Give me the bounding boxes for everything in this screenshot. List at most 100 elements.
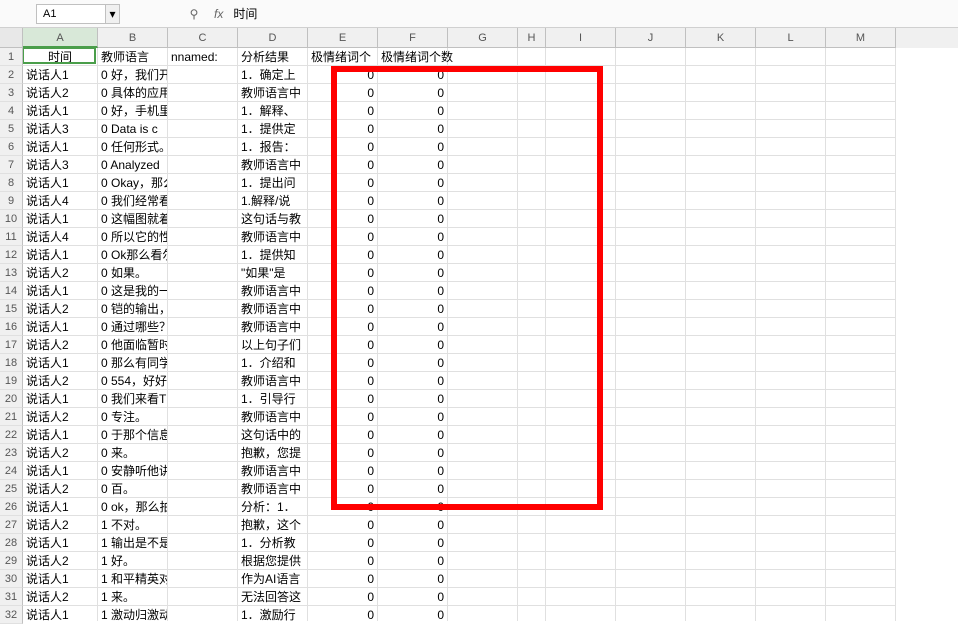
cell[interactable]	[616, 174, 686, 192]
cell[interactable]: 0	[308, 534, 378, 552]
cell[interactable]	[168, 588, 238, 606]
cell[interactable]: 说话人1	[23, 66, 98, 84]
cell[interactable]	[826, 156, 896, 174]
cell[interactable]	[826, 372, 896, 390]
cell[interactable]	[686, 174, 756, 192]
cell[interactable]	[686, 138, 756, 156]
cell[interactable]: 1．报告：	[238, 138, 308, 156]
cell[interactable]	[546, 156, 616, 174]
cell[interactable]	[448, 138, 518, 156]
cell[interactable]	[518, 156, 546, 174]
col-header-L[interactable]: L	[756, 28, 826, 48]
cell[interactable]	[168, 318, 238, 336]
cell[interactable]	[546, 318, 616, 336]
cell[interactable]: 说话人2	[23, 336, 98, 354]
cell[interactable]	[518, 336, 546, 354]
header-cell[interactable]: 极情绪词个	[308, 48, 378, 66]
cell[interactable]	[546, 372, 616, 390]
cell[interactable]: 0 通过哪些？	[98, 318, 168, 336]
row-header[interactable]: 9	[0, 192, 23, 210]
cell[interactable]: 0	[378, 408, 448, 426]
cell[interactable]: 0	[308, 426, 378, 444]
cell[interactable]	[826, 210, 896, 228]
cell[interactable]	[616, 336, 686, 354]
cell[interactable]	[546, 66, 616, 84]
col-header-J[interactable]: J	[616, 28, 686, 48]
cell[interactable]	[546, 516, 616, 534]
cell[interactable]	[448, 336, 518, 354]
cell[interactable]	[686, 282, 756, 300]
cell[interactable]	[826, 516, 896, 534]
cell[interactable]: 0	[308, 282, 378, 300]
cell[interactable]: 1．分析教	[238, 534, 308, 552]
cell[interactable]: 0	[308, 120, 378, 138]
cell[interactable]	[826, 444, 896, 462]
cell[interactable]	[168, 84, 238, 102]
row-header[interactable]: 12	[0, 246, 23, 264]
cell[interactable]	[686, 516, 756, 534]
cell[interactable]	[518, 228, 546, 246]
cell[interactable]: 说话人4	[23, 228, 98, 246]
cell[interactable]: 说话人2	[23, 444, 98, 462]
cell[interactable]	[616, 246, 686, 264]
cell[interactable]	[546, 336, 616, 354]
cell[interactable]	[616, 534, 686, 552]
cell[interactable]	[168, 228, 238, 246]
cell[interactable]	[448, 84, 518, 102]
cell[interactable]	[756, 498, 826, 516]
cell[interactable]: 1．激励行	[238, 606, 308, 621]
cell[interactable]	[616, 552, 686, 570]
cell[interactable]	[826, 336, 896, 354]
cell[interactable]: 0	[378, 66, 448, 84]
name-box[interactable]: A1	[36, 4, 106, 24]
cell[interactable]: 0 554，好好	[98, 372, 168, 390]
cell[interactable]	[448, 372, 518, 390]
cell[interactable]	[168, 102, 238, 120]
cell[interactable]	[616, 462, 686, 480]
cell[interactable]	[546, 444, 616, 462]
cell[interactable]	[448, 516, 518, 534]
cell[interactable]	[616, 102, 686, 120]
cell[interactable]	[518, 282, 546, 300]
cell[interactable]: 0	[378, 588, 448, 606]
cell[interactable]: 说话人1	[23, 282, 98, 300]
cell[interactable]: 1．引导行	[238, 390, 308, 408]
cell[interactable]: 0	[378, 174, 448, 192]
cell[interactable]	[686, 156, 756, 174]
cell[interactable]: 0	[378, 534, 448, 552]
cell[interactable]: 0 来。	[98, 444, 168, 462]
cell[interactable]	[546, 246, 616, 264]
cell[interactable]	[448, 426, 518, 444]
cell[interactable]	[686, 246, 756, 264]
cell[interactable]	[546, 174, 616, 192]
row-header[interactable]: 3	[0, 84, 23, 102]
cell[interactable]: 0	[378, 606, 448, 621]
cell[interactable]	[756, 174, 826, 192]
cell[interactable]	[826, 174, 896, 192]
cell[interactable]	[518, 480, 546, 498]
row-header[interactable]: 4	[0, 102, 23, 120]
cell[interactable]: 说话人1	[23, 570, 98, 588]
cell[interactable]	[756, 534, 826, 552]
cell[interactable]: 0	[378, 102, 448, 120]
cell[interactable]	[448, 174, 518, 192]
cell[interactable]: 0 专注。	[98, 408, 168, 426]
cell[interactable]: 抱歉，您提	[238, 444, 308, 462]
row-header[interactable]: 13	[0, 264, 23, 282]
cell[interactable]: 0 他面临暂时	[98, 336, 168, 354]
cell[interactable]	[756, 570, 826, 588]
cell[interactable]: 0	[308, 66, 378, 84]
col-header-I[interactable]: I	[546, 28, 616, 48]
cell[interactable]	[168, 138, 238, 156]
col-header-G[interactable]: G	[448, 28, 518, 48]
cell[interactable]: "如果"是	[238, 264, 308, 282]
cell[interactable]	[686, 66, 756, 84]
cell[interactable]	[686, 192, 756, 210]
cell[interactable]: 根据您提供	[238, 552, 308, 570]
cell[interactable]: 1 激动归激动	[98, 606, 168, 621]
cell[interactable]	[826, 498, 896, 516]
cell[interactable]	[616, 426, 686, 444]
cell[interactable]	[686, 264, 756, 282]
cell[interactable]: 教师语言中	[238, 318, 308, 336]
header-cell[interactable]: 教师语言	[98, 48, 168, 66]
